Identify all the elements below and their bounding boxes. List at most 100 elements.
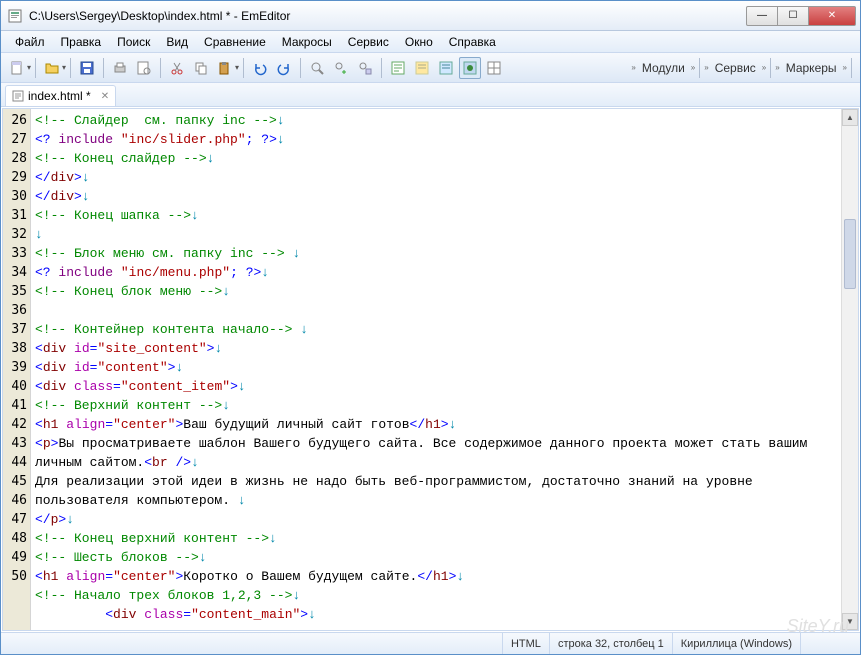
menu-правка[interactable]: Правка — [53, 33, 110, 51]
code-area[interactable]: <!-- Слайдер см. папку inc -->↓<? includ… — [31, 109, 858, 630]
open-file-button[interactable] — [41, 57, 63, 79]
minimize-button[interactable]: — — [746, 6, 778, 26]
chevron-right-icon: » — [691, 63, 695, 72]
toolbar-маркеры[interactable]: Маркеры — [780, 59, 843, 77]
menu-окно[interactable]: Окно — [397, 33, 441, 51]
find-all-button[interactable] — [354, 57, 376, 79]
tab-index-html[interactable]: index.html * ✕ — [5, 85, 116, 106]
code-line[interactable]: ↓ — [35, 225, 854, 244]
file-icon — [12, 90, 24, 102]
menubar: ФайлПравкаПоискВидСравнениеМакросыСервис… — [1, 31, 860, 53]
cut-button[interactable] — [166, 57, 188, 79]
window: C:\Users\Sergey\Desktop\index.html * - E… — [0, 0, 861, 655]
code-line[interactable]: <!-- Блок меню см. папку inc --> ↓ — [35, 244, 854, 263]
redo-button[interactable] — [273, 57, 295, 79]
line-number: 48 — [3, 529, 30, 548]
line-number: 47 — [3, 510, 30, 529]
print-button[interactable] — [109, 57, 131, 79]
line-number: 26 — [3, 111, 30, 130]
line-number: 41 — [3, 396, 30, 415]
menu-поиск[interactable]: Поиск — [109, 33, 158, 51]
vertical-scrollbar[interactable]: ▲ ▼ — [841, 109, 858, 630]
menu-справка[interactable]: Справка — [441, 33, 504, 51]
view-button-3[interactable] — [435, 57, 457, 79]
paste-button[interactable] — [214, 57, 236, 79]
toolbar-модули[interactable]: Модули — [636, 59, 691, 77]
code-line[interactable]: <!-- Конец блок меню -->↓ — [35, 282, 854, 301]
code-line[interactable]: </div>↓ — [35, 187, 854, 206]
menu-сервис[interactable]: Сервис — [340, 33, 397, 51]
titlebar[interactable]: C:\Users\Sergey\Desktop\index.html * - E… — [1, 1, 860, 31]
code-line[interactable]: <div class="content_main">↓ — [35, 605, 854, 624]
code-line[interactable]: </p>↓ — [35, 510, 854, 529]
view-button-4[interactable] — [459, 57, 481, 79]
line-number: 50 — [3, 567, 30, 586]
separator — [381, 58, 382, 78]
code-line[interactable]: <!-- Контейнер контента начало--> ↓ — [35, 320, 854, 339]
statusbar: HTML строка 32, столбец 1 Кириллица (Win… — [1, 632, 860, 654]
menu-макросы[interactable]: Макросы — [274, 33, 340, 51]
dropdown-icon[interactable]: ▾ — [27, 63, 31, 72]
status-spacer — [800, 633, 860, 654]
code-line[interactable]: <? include "inc/menu.php"; ?>↓ — [35, 263, 854, 282]
close-button[interactable]: ✕ — [808, 6, 856, 26]
dropdown-icon[interactable]: ▾ — [62, 63, 66, 72]
status-position: строка 32, столбец 1 — [549, 633, 672, 654]
code-line[interactable]: </div>↓ — [35, 168, 854, 187]
code-line[interactable]: <!-- Шесть блоков -->↓ — [35, 548, 854, 567]
dropdown-icon[interactable]: ▾ — [235, 63, 239, 72]
separator — [243, 58, 244, 78]
scroll-thumb[interactable] — [844, 219, 856, 289]
save-button[interactable] — [76, 57, 98, 79]
status-encoding: Кириллица (Windows) — [672, 633, 800, 654]
view-button-5[interactable] — [483, 57, 505, 79]
view-button-1[interactable] — [387, 57, 409, 79]
code-line[interactable]: <!-- Верхний контент -->↓ — [35, 396, 854, 415]
code-line[interactable]: Для реализации этой идеи в жизнь не надо… — [35, 472, 854, 510]
print-preview-button[interactable] — [133, 57, 155, 79]
code-line[interactable]: <div id="content">↓ — [35, 358, 854, 377]
replace-button[interactable] — [330, 57, 352, 79]
line-number: 40 — [3, 377, 30, 396]
line-number: 30 — [3, 187, 30, 206]
maximize-button[interactable]: ☐ — [777, 6, 809, 26]
tabbar: index.html * ✕ — [1, 83, 860, 107]
chevron-right-icon: » — [762, 63, 766, 72]
editor[interactable]: 2627282930313233343536373839404142434445… — [2, 108, 859, 631]
line-number: 33 — [3, 244, 30, 263]
code-line[interactable]: <? include "inc/slider.php"; ?>↓ — [35, 130, 854, 149]
toolbar-сервис[interactable]: Сервис — [709, 59, 762, 77]
window-title: C:\Users\Sergey\Desktop\index.html * - E… — [29, 9, 747, 23]
view-button-2[interactable] — [411, 57, 433, 79]
menu-вид[interactable]: Вид — [158, 33, 196, 51]
code-line[interactable] — [35, 301, 854, 320]
copy-button[interactable] — [190, 57, 212, 79]
status-lang: HTML — [502, 633, 549, 654]
line-number: 44 — [3, 453, 30, 472]
new-file-button[interactable] — [6, 57, 28, 79]
separator — [851, 58, 852, 78]
line-number: 32 — [3, 225, 30, 244]
chevron-right-icon: » — [843, 63, 847, 72]
code-line[interactable]: <p>Вы просматриваете шаблон Вашего будущ… — [35, 434, 854, 472]
code-line[interactable]: <!-- Конец шапка -->↓ — [35, 206, 854, 225]
line-number: 38 — [3, 339, 30, 358]
separator — [103, 58, 104, 78]
code-line[interactable]: <!-- Начало трех блоков 1,2,3 -->↓ — [35, 586, 854, 605]
code-line[interactable]: <h1 align="center">Коротко о Вашем будущ… — [35, 567, 854, 586]
menu-файл[interactable]: Файл — [7, 33, 53, 51]
app-icon — [7, 8, 23, 24]
code-line[interactable]: <div class="content_item">↓ — [35, 377, 854, 396]
code-line[interactable]: <h1 align="center">Ваш будущий личный са… — [35, 415, 854, 434]
undo-button[interactable] — [249, 57, 271, 79]
scroll-up-button[interactable]: ▲ — [842, 109, 858, 126]
code-line[interactable]: <!-- Конец верхний контент -->↓ — [35, 529, 854, 548]
code-line[interactable]: <div id="site_content">↓ — [35, 339, 854, 358]
tab-close-icon[interactable]: ✕ — [101, 91, 109, 102]
code-line[interactable]: <!-- Слайдер см. папку inc -->↓ — [35, 111, 854, 130]
search-button[interactable] — [306, 57, 328, 79]
menu-сравнение[interactable]: Сравнение — [196, 33, 274, 51]
code-line[interactable]: <!-- Конец слайдер -->↓ — [35, 149, 854, 168]
line-number: 37 — [3, 320, 30, 339]
scroll-down-button[interactable]: ▼ — [842, 613, 858, 630]
